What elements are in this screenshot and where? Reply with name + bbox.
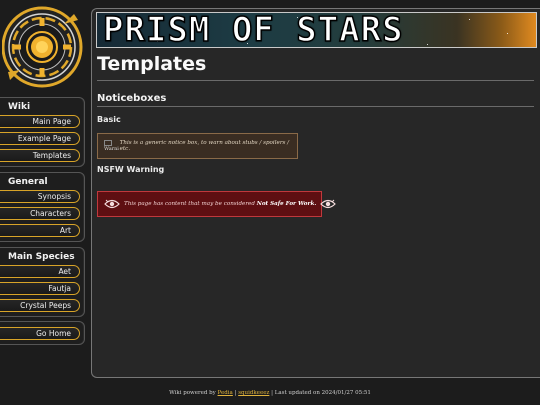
warning-image-alt: Warni xyxy=(104,146,119,152)
site-logo[interactable] xyxy=(2,4,84,90)
title-divider xyxy=(97,80,534,81)
sidebar-link-main-page[interactable]: Main Page xyxy=(0,115,80,128)
sidebar-link-fautja[interactable]: Fautja xyxy=(0,282,80,295)
notice-basic-text: This is a generic notice box, to warn ab… xyxy=(119,140,290,152)
sidebar-link-crystal-peeps[interactable]: Crystal Peeps xyxy=(0,299,80,312)
page-title: Templates xyxy=(97,53,207,75)
nsfw-heading: NSFW Warning xyxy=(97,165,165,174)
sidebar-link-synopsis[interactable]: Synopsis xyxy=(0,190,80,203)
sidebar-section-main-species: Main Species Aet Fautja Crystal Peeps xyxy=(0,247,85,317)
sidebar-section-title: Wiki xyxy=(8,102,31,112)
sidebar-section-home: Go Home xyxy=(0,321,85,345)
go-home-link[interactable]: Go Home xyxy=(0,327,80,340)
notice-nsfw-text-main: This page has content that may be consid… xyxy=(124,201,257,207)
site-banner[interactable]: PRISM OF STARS xyxy=(96,12,537,48)
main-content: PRISM OF STARS Templates Noticeboxes Bas… xyxy=(91,8,540,378)
sidebar-link-example-page[interactable]: Example Page xyxy=(0,132,80,145)
footer-link-pedia[interactable]: Pedia xyxy=(218,390,233,396)
footer-prefix: Wiki powered by xyxy=(169,390,218,396)
eye-icon xyxy=(320,199,337,209)
sidebar-link-templates[interactable]: Templates xyxy=(0,149,80,162)
footer-last-updated: | Last updated on 2024/01/27 05:51 xyxy=(269,390,371,396)
sidebar-link-aet[interactable]: Aet xyxy=(0,265,80,278)
eye-icon xyxy=(104,199,120,209)
notice-box-basic: Warni This is a generic notice box, to w… xyxy=(97,133,298,159)
footer: Wiki powered by Pedia | squidkeeez | Las… xyxy=(0,390,540,396)
sidebar-link-characters[interactable]: Characters xyxy=(0,207,80,220)
sidebar-section-title: General xyxy=(8,177,48,187)
sidebar-section-general: General Synopsis Characters Art xyxy=(0,172,85,242)
basic-heading: Basic xyxy=(97,115,121,124)
warning-image-placeholder: Warni xyxy=(104,139,120,153)
section-divider xyxy=(97,106,534,107)
sidebar-section-wiki: Wiki Main Page Example Page Templates xyxy=(0,97,85,167)
footer-link-author[interactable]: squidkeeez xyxy=(238,390,269,396)
banner-title: PRISM OF STARS xyxy=(102,12,404,48)
notice-nsfw-text-bold: Not Safe For Work. xyxy=(256,201,317,207)
section-heading: Noticeboxes xyxy=(97,93,167,104)
notice-nsfw-text: This page has content that may be consid… xyxy=(124,201,316,207)
sidebar-section-title: Main Species xyxy=(8,252,75,262)
notice-box-nsfw: This page has content that may be consid… xyxy=(97,191,337,217)
sidebar-link-art[interactable]: Art xyxy=(0,224,80,237)
